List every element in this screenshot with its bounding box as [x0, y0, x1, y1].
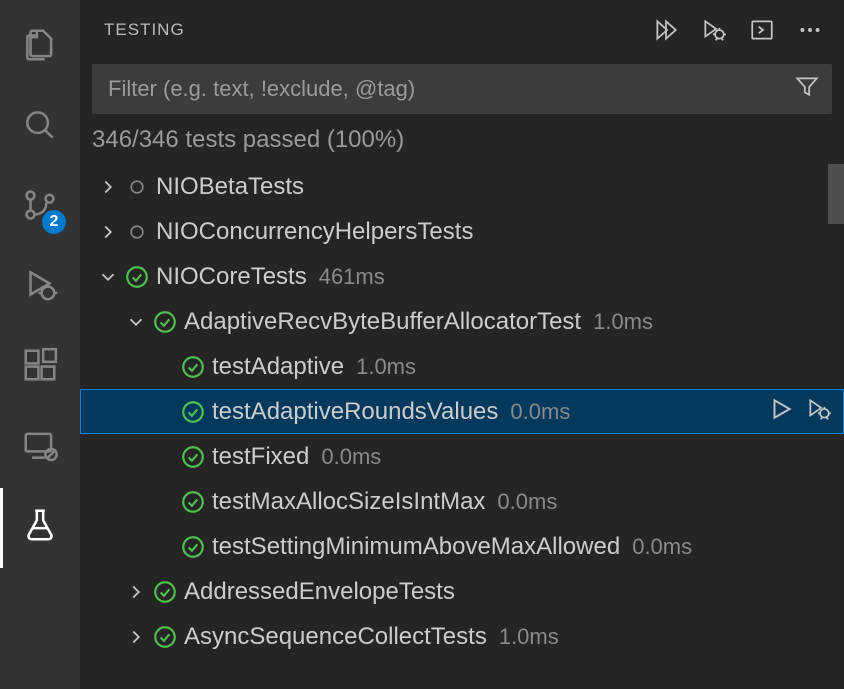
files-icon [21, 26, 59, 70]
activity-extensions[interactable] [0, 328, 80, 408]
tree-item-duration: 1.0ms [593, 309, 653, 335]
tree-item-label: testFixed [212, 443, 309, 471]
tree-item-duration: 0.0ms [321, 444, 381, 470]
tree-item-label: testAdaptiveRoundsValues [212, 398, 498, 426]
activity-run-debug[interactable] [0, 248, 80, 328]
debug-all-button[interactable] [700, 16, 728, 44]
tree-item-label: NIOBetaTests [156, 173, 304, 201]
pass-icon [178, 534, 208, 560]
tree-item-duration: 0.0ms [497, 489, 557, 515]
tree-item-label: AddressedEnvelopeTests [184, 578, 455, 606]
activity-search[interactable] [0, 88, 80, 168]
panel-title: TESTING [104, 20, 652, 40]
chevron-down-icon[interactable] [122, 311, 150, 333]
chevron-down-icon[interactable] [94, 266, 122, 288]
chevron-right-icon[interactable] [122, 581, 150, 603]
filter-row [92, 64, 832, 114]
chevron-right-icon[interactable] [94, 176, 122, 198]
pass-icon [122, 264, 152, 290]
search-icon [21, 106, 59, 150]
tree-item-duration: 1.0ms [356, 354, 416, 380]
pass-icon [150, 309, 180, 335]
tree-item-label: testSettingMinimumAboveMaxAllowed [212, 533, 620, 561]
tree-item[interactable]: NIOCoreTests 461ms [80, 254, 844, 299]
more-actions-button[interactable] [796, 16, 824, 44]
tree-item[interactable]: testAdaptive 1.0ms [80, 344, 844, 389]
tree-item[interactable]: NIOBetaTests [80, 164, 844, 209]
activity-testing[interactable] [0, 488, 80, 568]
tree-item-label: NIOConcurrencyHelpersTests [156, 218, 473, 246]
pass-icon [178, 444, 208, 470]
tree-item[interactable]: NIOConcurrencyHelpersTests [80, 209, 844, 254]
beaker-icon [21, 506, 59, 550]
tree-item-duration: 0.0ms [510, 399, 570, 425]
tree-item-label: testAdaptive [212, 353, 344, 381]
tree-item[interactable]: testAdaptiveRoundsValues 0.0ms [80, 389, 844, 434]
pass-icon [150, 624, 180, 650]
testing-panel: TESTING 346/346 tests passed (100%) NIOB… [80, 0, 844, 689]
debug-test-button[interactable] [806, 396, 832, 428]
unset-icon [122, 222, 152, 242]
tree-item-label: AdaptiveRecvByteBufferAllocatorTest [184, 308, 581, 336]
tree-item[interactable]: AdaptiveRecvByteBufferAllocatorTest 1.0ms [80, 299, 844, 344]
show-output-button[interactable] [748, 16, 776, 44]
activity-bar: 2 [0, 0, 80, 689]
tree-item[interactable]: AddressedEnvelopeTests [80, 569, 844, 614]
row-actions [768, 396, 832, 428]
activity-remote[interactable] [0, 408, 80, 488]
chevron-right-icon[interactable] [122, 626, 150, 648]
pass-icon [178, 489, 208, 515]
scm-badge: 2 [42, 210, 66, 234]
panel-header: TESTING [80, 0, 844, 60]
activity-explorer[interactable] [0, 8, 80, 88]
debug-alt-icon [21, 266, 59, 310]
filter-icon[interactable] [794, 73, 820, 105]
tree-item-duration: 1.0ms [499, 624, 559, 650]
tree-item-label: testMaxAllocSizeIsIntMax [212, 488, 485, 516]
run-test-button[interactable] [768, 396, 794, 428]
tree-item-duration: 0.0ms [632, 534, 692, 560]
tree-item-label: AsyncSequenceCollectTests [184, 623, 487, 651]
pass-icon [178, 399, 208, 425]
tree-item[interactable]: AsyncSequenceCollectTests 1.0ms [80, 614, 844, 659]
activity-source-control[interactable]: 2 [0, 168, 80, 248]
unset-icon [122, 177, 152, 197]
run-all-button[interactable] [652, 16, 680, 44]
pass-icon [150, 579, 180, 605]
filter-input[interactable] [108, 76, 794, 102]
chevron-right-icon[interactable] [94, 221, 122, 243]
test-tree: NIOBetaTests NIOConcurrencyHelpersTests NI… [80, 164, 844, 689]
tree-item[interactable]: testMaxAllocSizeIsIntMax 0.0ms [80, 479, 844, 524]
tree-item-label: NIOCoreTests [156, 263, 307, 291]
remote-explorer-icon [21, 426, 59, 470]
tree-item[interactable]: testSettingMinimumAboveMaxAllowed 0.0ms [80, 524, 844, 569]
extensions-icon [21, 346, 59, 390]
status-line: 346/346 tests passed (100%) [80, 122, 844, 164]
pass-icon [178, 354, 208, 380]
tree-item-duration: 461ms [319, 264, 385, 290]
tree-item[interactable]: testFixed 0.0ms [80, 434, 844, 479]
panel-actions [652, 16, 824, 44]
